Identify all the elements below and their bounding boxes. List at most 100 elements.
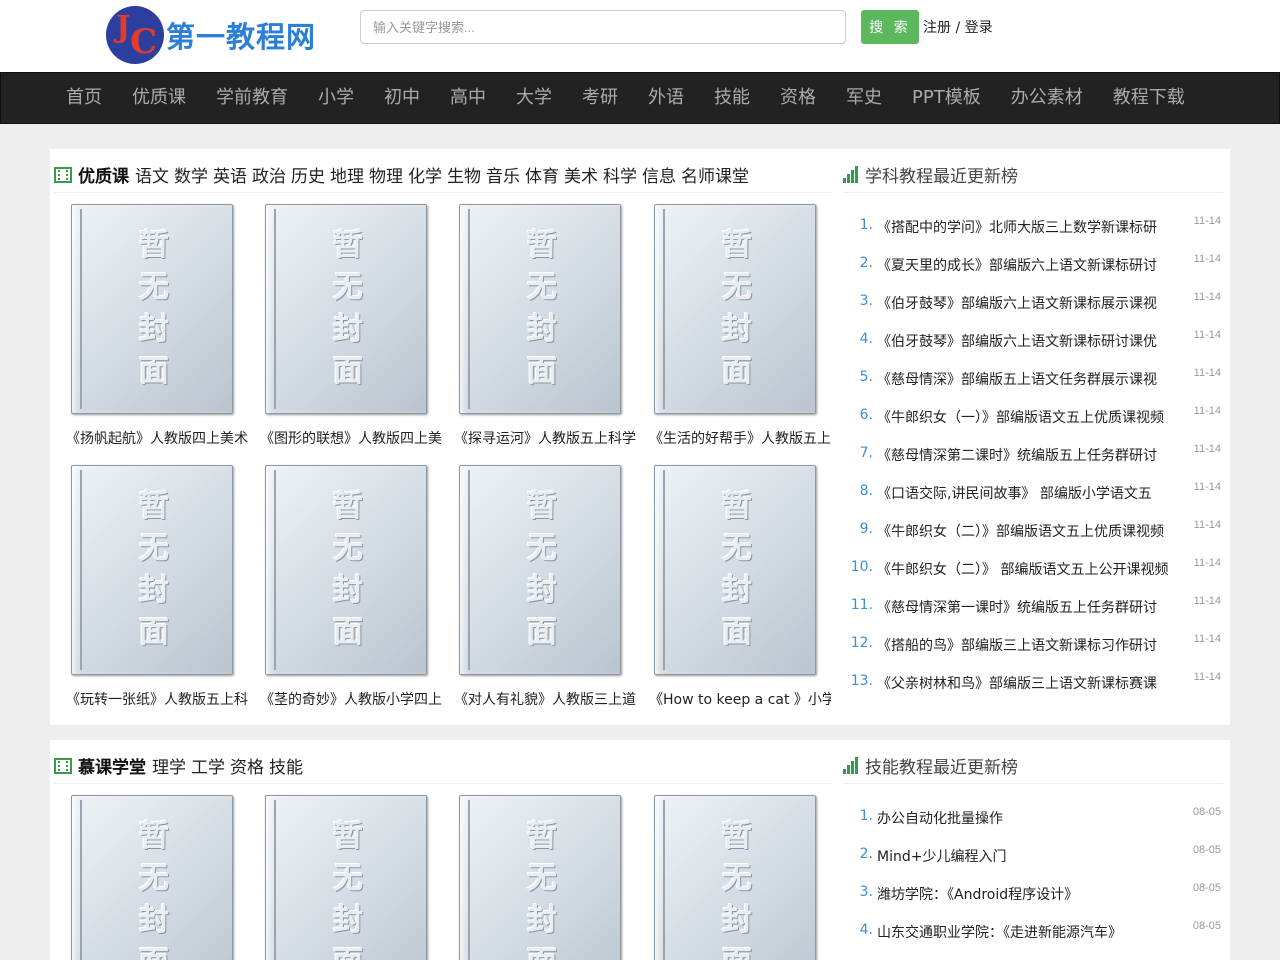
nav-item[interactable]: 初中 bbox=[369, 72, 435, 124]
course-title[interactable]: 《对人有礼貌》人教版三上道德 bbox=[454, 689, 636, 709]
rank-link[interactable]: 《牛郎织女（一）》部编版语文五上优质课视频 bbox=[877, 407, 1177, 427]
section-link[interactable]: 工学 bbox=[191, 753, 225, 778]
section-link[interactable]: 生物 bbox=[447, 162, 481, 187]
cover-placeholder-text: 暂无封面 bbox=[527, 228, 557, 389]
section-link[interactable]: 历史 bbox=[291, 162, 325, 187]
nav-item[interactable]: 外语 bbox=[633, 72, 699, 124]
rank-item[interactable]: 7. 《慈母情深第二课时》统编版五上任务群研讨 11-14 bbox=[843, 435, 1223, 473]
section-link[interactable]: 语文 bbox=[135, 162, 169, 187]
rank-link[interactable]: 《慈母情深第二课时》统编版五上任务群研讨 bbox=[877, 445, 1177, 465]
section-link[interactable]: 体育 bbox=[525, 162, 559, 187]
section-link[interactable]: 理学 bbox=[152, 753, 186, 778]
nav-item[interactable]: 办公素材 bbox=[996, 72, 1098, 124]
course-title[interactable]: 《图形的联想》人教版四上美术 bbox=[260, 428, 442, 448]
rank-title: 技能教程最近更新榜 bbox=[865, 758, 1018, 778]
cover-placeholder-text: 暂无封面 bbox=[139, 819, 169, 960]
section-link[interactable]: 信息 bbox=[642, 162, 676, 187]
rank-item[interactable]: 11. 《慈母情深第一课时》统编版五上任务群研讨 11-14 bbox=[843, 587, 1223, 625]
search-input[interactable] bbox=[360, 10, 846, 44]
nav-item[interactable]: 技能 bbox=[699, 72, 765, 124]
section-link[interactable]: 地理 bbox=[330, 162, 364, 187]
rank-link[interactable]: 《夏天里的成长》部编版六上语文新课标研讨 bbox=[877, 255, 1177, 275]
rank-link[interactable]: 《慈母情深》部编版五上语文任务群展示课视 bbox=[877, 369, 1177, 389]
nav-item[interactable]: 高中 bbox=[435, 72, 501, 124]
rank-link[interactable]: 山东交通职业学院：《走进新能源汽车》 bbox=[877, 922, 1177, 942]
cover-placeholder-image[interactable]: 暂无封面 bbox=[459, 795, 621, 960]
rank-link[interactable]: 《牛郎织女（二）》 部编版语文五上公开课视频 bbox=[877, 559, 1177, 579]
section-link[interactable]: 物理 bbox=[369, 162, 403, 187]
section-link[interactable]: 化学 bbox=[408, 162, 442, 187]
rank-item[interactable]: 12. 《搭船的鸟》部编版三上语文新课标习作研讨 11-14 bbox=[843, 625, 1223, 663]
course-title[interactable]: 《茎的奇妙》人教版小学四上 bbox=[260, 689, 442, 709]
nav-item[interactable]: 资格 bbox=[765, 72, 831, 124]
rank-item[interactable]: 13. 《父亲树林和鸟》部编版三上语文新课标赛课 11-14 bbox=[843, 663, 1223, 701]
rank-link[interactable]: 《牛郎织女（二）》部编版语文五上优质课视频 bbox=[877, 521, 1177, 541]
rank-link[interactable]: 办公自动化批量操作 bbox=[877, 808, 1177, 828]
rank-item[interactable]: 9. 《牛郎织女（二）》部编版语文五上优质课视频 11-14 bbox=[843, 511, 1223, 549]
cover-placeholder-image[interactable]: 暂无封面 bbox=[71, 204, 233, 414]
search-button[interactable]: 搜 索 bbox=[861, 10, 919, 44]
section-link[interactable]: 名师课堂 bbox=[681, 162, 749, 187]
section-link[interactable]: 资格 bbox=[230, 753, 264, 778]
rank-item[interactable]: 10. 《牛郎织女（二）》 部编版语文五上公开课视频 11-14 bbox=[843, 549, 1223, 587]
nav-item[interactable]: 军史 bbox=[831, 72, 897, 124]
nav-item[interactable]: 教程下载 bbox=[1098, 72, 1200, 124]
nav-item[interactable]: 小学 bbox=[303, 72, 369, 124]
course-title[interactable]: 《玩转一张纸》人教版五上科学 bbox=[66, 689, 248, 709]
cover-placeholder-image[interactable]: 暂无封面 bbox=[71, 465, 233, 675]
section-title[interactable]: 慕课学堂 bbox=[78, 753, 146, 778]
rank-item[interactable]: 2. 《夏天里的成长》部编版六上语文新课标研讨 11-14 bbox=[843, 245, 1223, 283]
rank-item[interactable]: 6. 《牛郎织女（一）》部编版语文五上优质课视频 11-14 bbox=[843, 397, 1223, 435]
cover-placeholder-image[interactable]: 暂无封面 bbox=[654, 795, 816, 960]
cover-placeholder-image[interactable]: 暂无封面 bbox=[265, 795, 427, 960]
course-title[interactable]: 《探寻运河》人教版五上科学 bbox=[454, 428, 636, 448]
rank-item[interactable]: 3. 潍坊学院：《Android程序设计》 08-05 bbox=[843, 874, 1223, 912]
cover-placeholder-image[interactable]: 暂无封面 bbox=[459, 204, 621, 414]
nav-item[interactable]: 首页 bbox=[51, 72, 117, 124]
cover-placeholder-image[interactable]: 暂无封面 bbox=[654, 204, 816, 414]
section-link[interactable]: 科学 bbox=[603, 162, 637, 187]
cover-placeholder-text: 暂无封面 bbox=[139, 489, 169, 650]
rank-link[interactable]: 《搭配中的学问》北师大版三上数学新课标研 bbox=[877, 217, 1177, 237]
course-title[interactable]: 《生活的好帮手》人教版五上 bbox=[649, 428, 831, 448]
section-link[interactable]: 音乐 bbox=[486, 162, 520, 187]
rank-link[interactable]: 《伯牙鼓琴》部编版六上语文新课标研讨课优 bbox=[877, 331, 1177, 351]
course-title[interactable]: 《How to keep a cat 》小学 bbox=[649, 689, 831, 709]
rank-link[interactable]: Mind+少儿编程入门 bbox=[877, 846, 1177, 866]
cover-placeholder-image[interactable]: 暂无封面 bbox=[71, 795, 233, 960]
rank-item[interactable]: 5. 《慈母情深》部编版五上语文任务群展示课视 11-14 bbox=[843, 359, 1223, 397]
section-link[interactable]: 技能 bbox=[269, 753, 303, 778]
rank-item[interactable]: 3. 《伯牙鼓琴》部编版六上语文新课标展示课视 11-14 bbox=[843, 283, 1223, 321]
section-link[interactable]: 英语 bbox=[213, 162, 247, 187]
rank-item[interactable]: 2. Mind+少儿编程入门 08-05 bbox=[843, 836, 1223, 874]
login-link[interactable]: 登录 bbox=[965, 20, 993, 36]
register-link[interactable]: 注册 bbox=[923, 20, 951, 36]
site-logo[interactable]: J C 第一教程网 bbox=[106, 6, 316, 64]
nav-item[interactable]: 大学 bbox=[501, 72, 567, 124]
nav-item[interactable]: 优质课 bbox=[117, 72, 201, 124]
section-link[interactable]: 美术 bbox=[564, 162, 598, 187]
cover-placeholder-image[interactable]: 暂无封面 bbox=[459, 465, 621, 675]
rank-link[interactable]: 《慈母情深第一课时》统编版五上任务群研讨 bbox=[877, 597, 1177, 617]
nav-item[interactable]: 考研 bbox=[567, 72, 633, 124]
rank-item[interactable]: 1. 办公自动化批量操作 08-05 bbox=[843, 798, 1223, 836]
course-title[interactable]: 《扬帆起航》人教版四上美术 bbox=[66, 428, 248, 448]
rank-link[interactable]: 潍坊学院：《Android程序设计》 bbox=[877, 884, 1177, 904]
rank-link[interactable]: 《父亲树林和鸟》部编版三上语文新课标赛课 bbox=[877, 673, 1177, 693]
rank-item[interactable]: 4. 山东交通职业学院：《走进新能源汽车》 08-05 bbox=[843, 912, 1223, 950]
rank-item[interactable]: 8. 《口语交际,讲民间故事》 部编版小学语文五 11-14 bbox=[843, 473, 1223, 511]
rank-number: 3. bbox=[859, 884, 873, 900]
nav-item[interactable]: PPT模板 bbox=[897, 72, 996, 124]
cover-placeholder-image[interactable]: 暂无封面 bbox=[265, 204, 427, 414]
rank-link[interactable]: 《搭船的鸟》部编版三上语文新课标习作研讨 bbox=[877, 635, 1177, 655]
nav-item[interactable]: 学前教育 bbox=[201, 72, 303, 124]
section-link[interactable]: 政治 bbox=[252, 162, 286, 187]
section-link[interactable]: 数学 bbox=[174, 162, 208, 187]
cover-placeholder-image[interactable]: 暂无封面 bbox=[265, 465, 427, 675]
rank-item[interactable]: 1. 《搭配中的学问》北师大版三上数学新课标研 11-14 bbox=[843, 207, 1223, 245]
rank-item[interactable]: 4. 《伯牙鼓琴》部编版六上语文新课标研讨课优 11-14 bbox=[843, 321, 1223, 359]
cover-placeholder-image[interactable]: 暂无封面 bbox=[654, 465, 816, 675]
section-title[interactable]: 优质课 bbox=[78, 162, 129, 187]
rank-link[interactable]: 《伯牙鼓琴》部编版六上语文新课标展示课视 bbox=[877, 293, 1177, 313]
rank-link[interactable]: 《口语交际,讲民间故事》 部编版小学语文五 bbox=[877, 483, 1177, 503]
